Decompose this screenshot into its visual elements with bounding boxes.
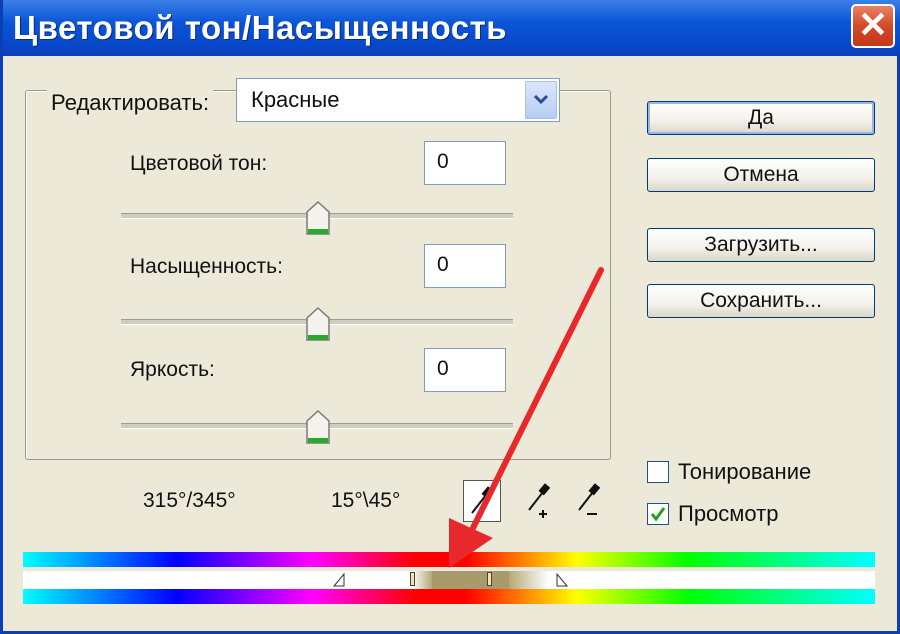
colorize-label: Тонирование: [678, 459, 812, 484]
range-falloff-left[interactable]: [412, 571, 432, 589]
eyedropper-icon: [471, 486, 494, 514]
saturation-slider-thumb[interactable]: [305, 307, 331, 341]
output-spectrum-bar: [23, 589, 875, 604]
edit-channel-value: Красные: [251, 87, 340, 112]
edit-channel-select[interactable]: Красные: [236, 78, 560, 122]
hue-saturation-dialog: Цветовой тон/Насыщенность ✕ Редактироват…: [0, 0, 900, 634]
chevron-down-icon: [533, 94, 549, 105]
saturation-input[interactable]: 0: [424, 244, 506, 288]
dialog-body: Редактировать: Красные Цветовой тон: 0 Н…: [3, 56, 897, 631]
preview-label: Просмотр: [678, 501, 779, 526]
brightness-label: Яркость:: [130, 358, 215, 381]
range-left-handle[interactable]: [410, 572, 415, 586]
window-title: Цветовой тон/Насыщенность: [13, 9, 508, 46]
eyedropper-plus-button[interactable]: [521, 480, 557, 520]
color-range-bar[interactable]: [23, 571, 875, 589]
brightness-slider-thumb[interactable]: [305, 410, 331, 444]
colorize-checkbox[interactable]: [647, 461, 669, 483]
hue-label: Цветовой тон:: [130, 152, 268, 175]
falloff-left-marker[interactable]: [333, 573, 345, 587]
input-spectrum-bar: [23, 552, 875, 567]
hue-slider-thumb[interactable]: [305, 201, 331, 235]
preview-checkbox[interactable]: [647, 503, 669, 525]
save-button[interactable]: Сохранить...: [647, 284, 875, 318]
dropdown-button[interactable]: [525, 81, 557, 119]
range-right-handle[interactable]: [487, 572, 492, 586]
saturation-label: Насыщенность:: [130, 255, 283, 278]
checkmark-icon: [650, 507, 666, 522]
range-right-readout: 15°\45°: [331, 489, 401, 512]
eyedropper-plus-icon: [528, 483, 551, 518]
close-button[interactable]: ✕: [851, 4, 895, 48]
eyedropper-minus-icon: [578, 483, 601, 515]
hue-input[interactable]: 0: [424, 141, 506, 185]
title-bar[interactable]: Цветовой тон/Насыщенность ✕: [3, 0, 900, 56]
range-falloff-right[interactable]: [509, 571, 549, 589]
ok-button[interactable]: Да: [647, 101, 875, 135]
range-left-readout: 315°/345°: [143, 489, 236, 512]
edit-label: Редактировать:: [47, 90, 214, 116]
eyedropper-button[interactable]: [463, 480, 501, 522]
close-icon: ✕: [857, 4, 889, 45]
load-button[interactable]: Загрузить...: [647, 228, 875, 262]
falloff-right-marker[interactable]: [556, 573, 568, 587]
range-core[interactable]: [432, 571, 509, 589]
cancel-button[interactable]: Отмена: [647, 158, 875, 192]
eyedropper-minus-button[interactable]: [571, 480, 607, 520]
edit-groupbox: [25, 90, 611, 460]
brightness-input[interactable]: 0: [424, 348, 506, 392]
